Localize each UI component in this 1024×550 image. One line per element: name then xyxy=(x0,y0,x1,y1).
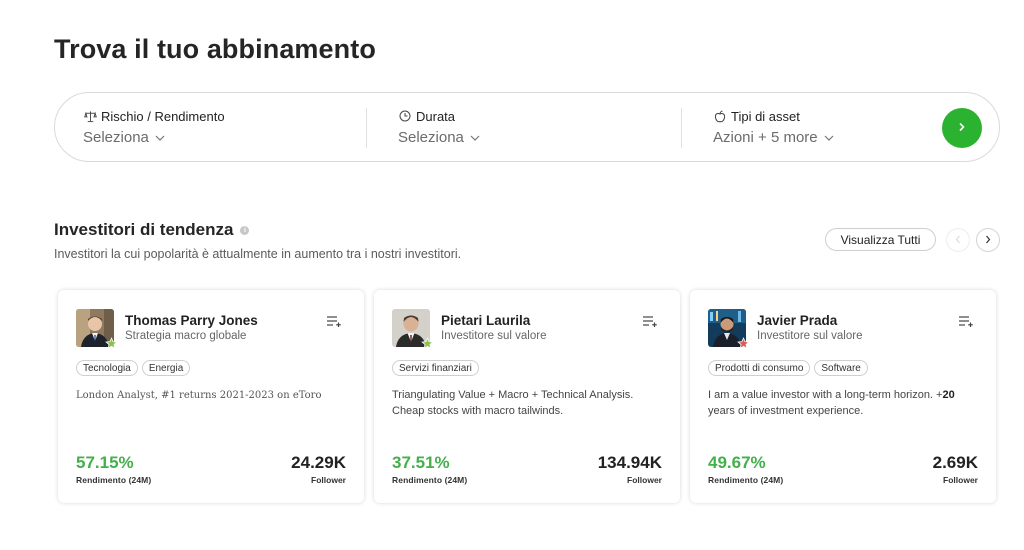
filter-select[interactable]: Seleziona xyxy=(83,129,225,146)
bio-text: years of investment experience. xyxy=(708,404,864,417)
tag-list: Servizi finanziari xyxy=(392,360,479,376)
investor-card[interactable]: Pietari Laurila Investitore sul valore S… xyxy=(374,290,680,503)
investor-strategy: Investitore sul valore xyxy=(441,330,547,342)
investor-strategy: Investitore sul valore xyxy=(757,330,863,342)
chevron-down-icon xyxy=(470,133,480,143)
investor-name[interactable]: Thomas Parry Jones xyxy=(125,313,258,328)
chevron-left-icon xyxy=(955,231,961,249)
info-icon[interactable]: i xyxy=(240,225,250,235)
green-star-icon xyxy=(420,336,434,350)
investor-card[interactable]: Javier Prada Investitore sul valore Prod… xyxy=(690,290,996,503)
chevron-down-icon xyxy=(155,133,165,143)
investor-name[interactable]: Pietari Laurila xyxy=(441,313,530,328)
filter-select[interactable]: Seleziona xyxy=(398,129,480,146)
filter-value: Seleziona xyxy=(398,129,464,146)
add-to-list-icon[interactable] xyxy=(958,314,974,328)
filter-select[interactable]: Azioni + 5 more xyxy=(713,129,834,146)
filter-label: Rischio / Rendimento xyxy=(101,108,225,124)
return-label: Rendimento (24M) xyxy=(392,475,468,485)
section-title-text: Investitori di tendenza xyxy=(54,220,234,239)
filter-value: Seleziona xyxy=(83,129,149,146)
followers-value: 134.94K xyxy=(597,453,662,472)
section-subtitle: Investitori la cui popolarità è attualme… xyxy=(54,247,462,261)
bio-bold: 20 xyxy=(942,389,955,401)
carousel-next-button[interactable] xyxy=(976,228,1000,252)
view-all-button[interactable]: Visualizza Tutti xyxy=(825,228,936,251)
filter-label: Tipi di asset xyxy=(731,108,800,124)
divider xyxy=(366,108,367,148)
followers-label: Follower xyxy=(311,475,346,485)
investor-card[interactable]: Thomas Parry Jones Strategia macro globa… xyxy=(58,290,364,503)
investor-strategy: Strategia macro globale xyxy=(125,330,247,342)
tag[interactable]: Energia xyxy=(141,360,191,376)
return-label: Rendimento (24M) xyxy=(76,475,152,485)
filter-risk-return[interactable]: Rischio / Rendimento Seleziona xyxy=(83,107,225,147)
section-title: Investitori di tendenza i xyxy=(54,220,250,240)
tag[interactable]: Prodotti di consumo xyxy=(708,360,811,376)
balance-scale-icon xyxy=(83,109,97,123)
filter-value: Azioni + 5 more xyxy=(713,129,818,146)
tag[interactable]: Tecnologia xyxy=(76,360,138,376)
investor-bio: London Analyst, #1 returns 2021-2023 on … xyxy=(76,390,322,401)
filter-duration[interactable]: Durata Seleziona xyxy=(398,107,480,146)
page-title: Trova il tuo abbinamento xyxy=(54,34,376,64)
add-to-list-icon[interactable] xyxy=(326,314,342,328)
investor-bio: Triangulating Value + Macro + Technical … xyxy=(392,389,634,417)
investor-bio: I am a value investor with a long-term h… xyxy=(708,388,980,419)
return-value: 57.15% xyxy=(76,453,134,472)
chevron-right-icon xyxy=(958,119,966,137)
followers-label: Follower xyxy=(943,475,978,485)
tag-list: Prodotti di consumo Software xyxy=(708,360,868,376)
search-go-button[interactable] xyxy=(942,108,982,148)
followers-value: 24.29K xyxy=(291,453,346,472)
clock-icon xyxy=(398,109,412,123)
chevron-right-icon xyxy=(985,231,991,249)
filter-label: Durata xyxy=(416,108,456,124)
chevron-down-icon xyxy=(824,133,834,143)
return-value: 49.67% xyxy=(708,453,766,472)
investor-name[interactable]: Javier Prada xyxy=(757,313,837,328)
tag[interactable]: Software xyxy=(814,360,868,376)
followers-label: Follower xyxy=(627,475,662,485)
divider xyxy=(681,108,682,148)
tag[interactable]: Servizi finanziari xyxy=(392,360,479,376)
return-value: 37.51% xyxy=(392,453,450,472)
add-to-list-icon[interactable] xyxy=(642,314,658,328)
green-star-icon xyxy=(104,336,118,350)
apple-icon xyxy=(713,109,727,123)
filter-bar: Rischio / Rendimento Seleziona Durata Se… xyxy=(54,92,1000,162)
tag-list: Tecnologia Energia xyxy=(76,360,191,376)
bio-text: I am a value investor with a long-term h… xyxy=(708,389,943,401)
filter-asset-types[interactable]: Tipi di asset Azioni + 5 more xyxy=(713,107,834,146)
red-star-icon xyxy=(736,336,750,350)
carousel-prev-button[interactable] xyxy=(946,228,970,252)
followers-value: 2.69K xyxy=(932,453,978,472)
return-label: Rendimento (24M) xyxy=(708,475,784,485)
